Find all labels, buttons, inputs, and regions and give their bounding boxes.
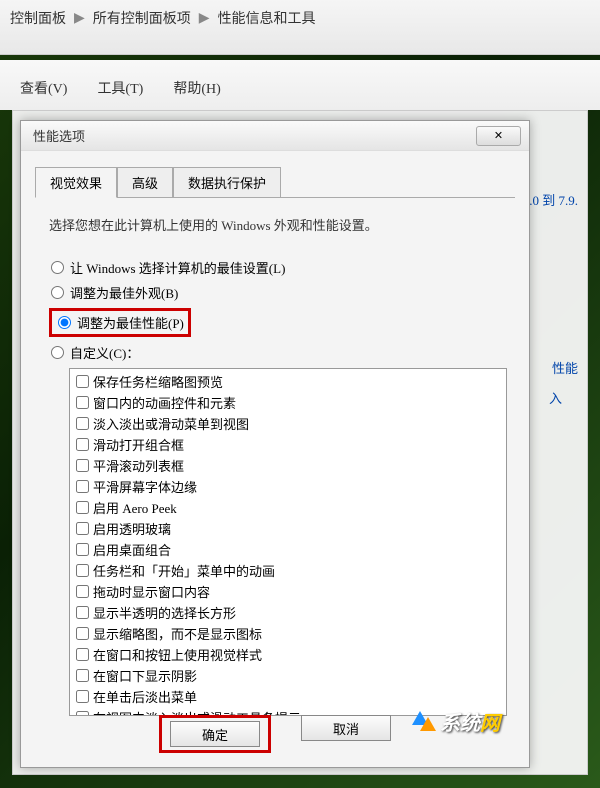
radio-input[interactable]: [51, 261, 64, 274]
radio-input[interactable]: [51, 346, 64, 359]
radio-label: 让 Windows 选择计算机的最佳设置(L): [70, 258, 285, 277]
watermark-brand: 系统网: [440, 707, 500, 736]
checkbox[interactable]: [76, 396, 89, 409]
checkbox[interactable]: [76, 690, 89, 703]
radio-input[interactable]: [58, 316, 71, 329]
tab-dep[interactable]: 数据执行保护: [173, 167, 281, 197]
check-label: 滑动打开组合框: [93, 435, 184, 454]
side-perf-text: 性能: [552, 358, 578, 377]
tabs: 视觉效果 高级 数据执行保护: [35, 167, 515, 198]
radio-label: 调整为最佳外观(B): [70, 283, 178, 302]
check-item[interactable]: 任务栏和「开始」菜单中的动画: [72, 560, 504, 581]
check-item[interactable]: 在窗口和按钮上使用视觉样式: [72, 644, 504, 665]
radio-custom[interactable]: 自定义(C)：: [49, 343, 501, 362]
checkbox[interactable]: [76, 417, 89, 430]
check-label: 窗口内的动画控件和元素: [93, 393, 236, 412]
check-label: 拖动时显示窗口内容: [93, 582, 210, 601]
highlight-border: 调整为最佳性能(P): [49, 308, 191, 337]
checkbox[interactable]: [76, 459, 89, 472]
breadcrumb-separator: ▶: [74, 10, 85, 27]
radio-label: 调整为最佳性能(P): [77, 313, 184, 332]
radio-best-appearance[interactable]: 调整为最佳外观(B): [49, 283, 501, 302]
radio-input[interactable]: [51, 286, 64, 299]
breadcrumb-item[interactable]: 所有控制面板项: [93, 8, 191, 28]
check-item[interactable]: 窗口内的动画控件和元素: [72, 392, 504, 413]
checkbox[interactable]: [76, 375, 89, 388]
check-label: 显示半透明的选择长方形: [93, 603, 236, 622]
radio-label: 自定义(C)：: [70, 343, 139, 362]
breadcrumb-item[interactable]: 控制面板: [10, 8, 66, 28]
menu-tools[interactable]: 工具(T): [97, 78, 143, 98]
check-label: 显示缩略图，而不是显示图标: [93, 624, 262, 643]
watermark-logo: 系统网: [410, 707, 500, 736]
tab-advanced[interactable]: 高级: [117, 167, 173, 197]
checkbox[interactable]: [76, 480, 89, 493]
checkbox[interactable]: [76, 501, 89, 514]
check-label: 启用桌面组合: [93, 540, 171, 559]
check-label: 启用 Aero Peek: [93, 498, 177, 517]
radio-best-performance[interactable]: 调整为最佳性能(P): [49, 308, 501, 337]
checkbox[interactable]: [76, 669, 89, 682]
tab-area: 视觉效果 高级 数据执行保护 选择您想在此计算机上使用的 Windows 外观和…: [35, 167, 515, 726]
checkbox[interactable]: [76, 648, 89, 661]
check-item[interactable]: 保存任务栏缩略图预览: [72, 371, 504, 392]
ok-button[interactable]: 确定: [170, 721, 260, 747]
logo-icon: [410, 709, 436, 735]
check-label: 在单击后淡出菜单: [93, 687, 197, 706]
check-item[interactable]: 淡入淡出或滑动菜单到视图: [72, 413, 504, 434]
check-label: 平滑滚动列表框: [93, 456, 184, 475]
check-label: 启用透明玻璃: [93, 519, 171, 538]
instruction-text: 选择您想在此计算机上使用的 Windows 外观和性能设置。: [49, 216, 501, 236]
tab-visual-effects[interactable]: 视觉效果: [35, 167, 117, 198]
check-item[interactable]: 启用桌面组合: [72, 539, 504, 560]
checkbox[interactable]: [76, 627, 89, 640]
check-item[interactable]: 显示缩略图，而不是显示图标: [72, 623, 504, 644]
checkbox[interactable]: [76, 564, 89, 577]
check-item[interactable]: 启用透明玻璃: [72, 518, 504, 539]
check-label: 保存任务栏缩略图预览: [93, 372, 223, 391]
check-item[interactable]: 在单击后淡出菜单: [72, 686, 504, 707]
check-label: 任务栏和「开始」菜单中的动画: [93, 561, 275, 580]
dialog-title: 性能选项: [29, 126, 85, 145]
performance-options-dialog: 性能选项 ✕ 视觉效果 高级 数据执行保护 选择您想在此计算机上使用的 Wind…: [20, 120, 530, 768]
menu-view[interactable]: 查看(V): [20, 78, 67, 98]
check-label: 在窗口和按钮上使用视觉样式: [93, 645, 262, 664]
checkbox[interactable]: [76, 543, 89, 556]
check-item[interactable]: 平滑滚动列表框: [72, 455, 504, 476]
cancel-button[interactable]: 取消: [301, 715, 391, 741]
check-item[interactable]: 启用 Aero Peek: [72, 497, 504, 518]
check-label: 在窗口下显示阴影: [93, 666, 197, 685]
check-item[interactable]: 在窗口下显示阴影: [72, 665, 504, 686]
side-enter-text: 入: [549, 388, 562, 407]
menu-bar: 查看(V) 工具(T) 帮助(H): [20, 78, 221, 98]
check-label: 淡入淡出或滑动菜单到视图: [93, 414, 249, 433]
check-item[interactable]: 滑动打开组合框: [72, 434, 504, 455]
tab-content: 选择您想在此计算机上使用的 Windows 外观和性能设置。 让 Windows…: [35, 198, 515, 726]
radio-let-windows-choose[interactable]: 让 Windows 选择计算机的最佳设置(L): [49, 258, 501, 277]
effects-checklist[interactable]: 保存任务栏缩略图预览 窗口内的动画控件和元素 淡入淡出或滑动菜单到视图 滑动打开…: [69, 368, 507, 716]
checkbox[interactable]: [76, 606, 89, 619]
radio-group: 让 Windows 选择计算机的最佳设置(L) 调整为最佳外观(B) 调整为最佳…: [49, 258, 501, 362]
close-button[interactable]: ✕: [476, 126, 521, 146]
check-label: 平滑屏幕字体边缘: [93, 477, 197, 496]
highlight-border: 确定: [159, 715, 271, 753]
breadcrumb-item[interactable]: 性能信息和工具: [218, 8, 316, 28]
checkbox[interactable]: [76, 522, 89, 535]
check-item[interactable]: 平滑屏幕字体边缘: [72, 476, 504, 497]
dialog-titlebar[interactable]: 性能选项 ✕: [21, 121, 529, 151]
breadcrumb: 控制面板 ▶ 所有控制面板项 ▶ 性能信息和工具: [0, 0, 600, 36]
checkbox[interactable]: [76, 585, 89, 598]
breadcrumb-separator: ▶: [199, 10, 210, 27]
check-item[interactable]: 显示半透明的选择长方形: [72, 602, 504, 623]
rating-range-text: 1.0 到 7.9.: [523, 190, 578, 209]
menu-help[interactable]: 帮助(H): [173, 78, 220, 98]
checkbox[interactable]: [76, 438, 89, 451]
explorer-address-bar: 控制面板 ▶ 所有控制面板项 ▶ 性能信息和工具: [0, 0, 600, 55]
check-item[interactable]: 拖动时显示窗口内容: [72, 581, 504, 602]
